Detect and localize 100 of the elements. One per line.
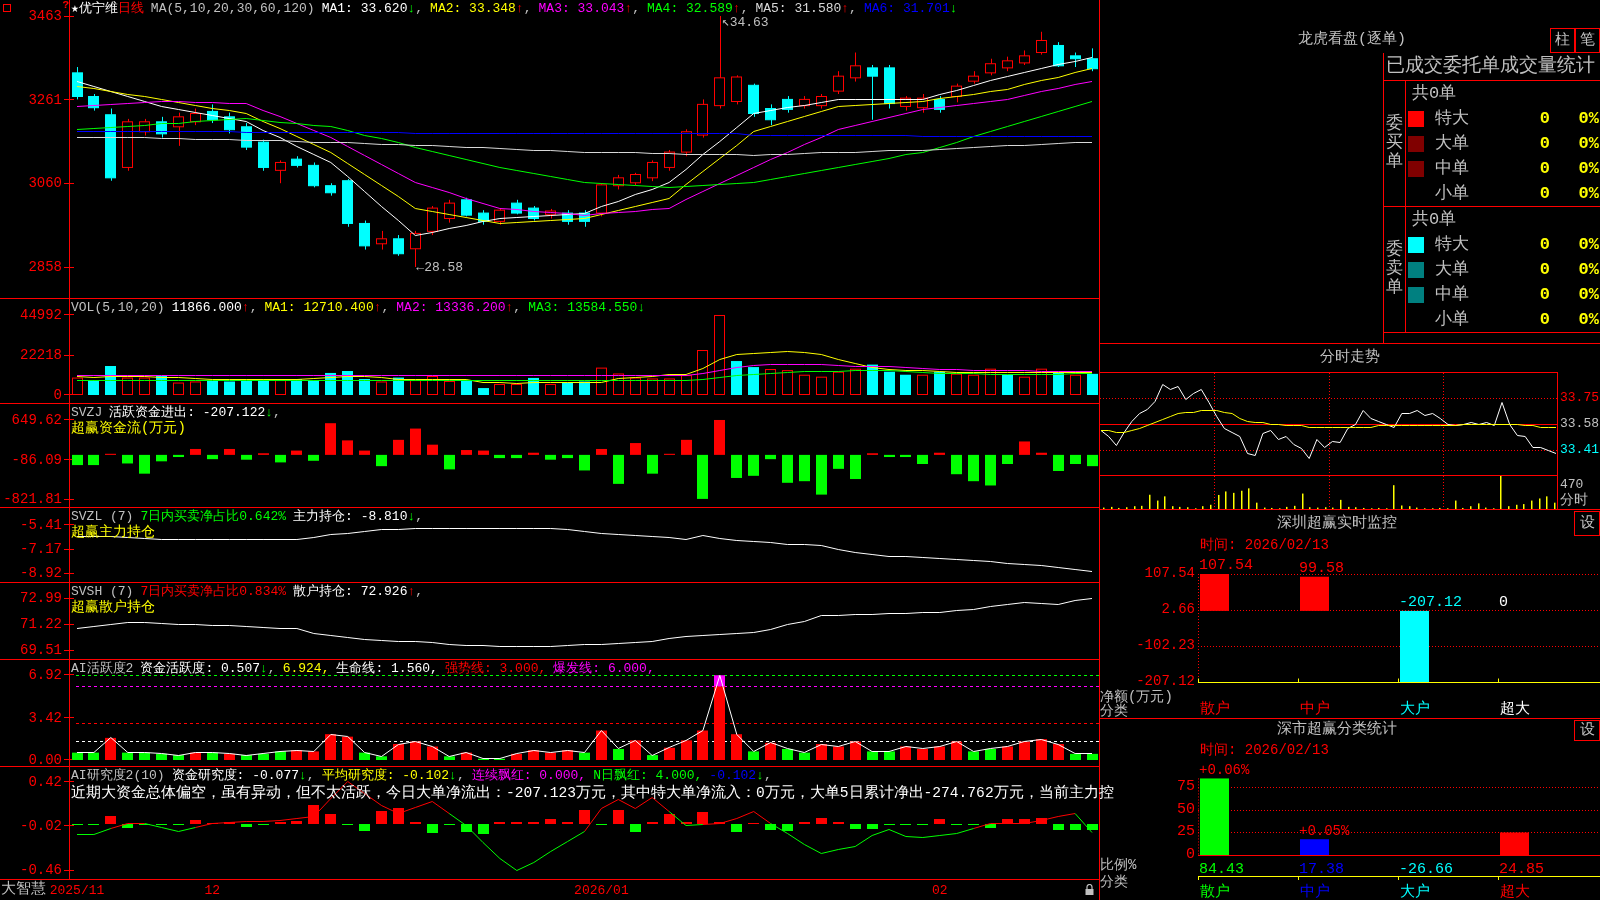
axis-title: 净额(万元): [1100, 690, 1173, 704]
bar: [799, 454, 810, 482]
axis-label: 0.00: [28, 753, 62, 767]
bar: [968, 751, 979, 760]
axis-label: -8.92: [20, 566, 62, 580]
bar: [884, 371, 895, 395]
bar: [968, 374, 979, 395]
bar: [1200, 778, 1229, 855]
bar: [1070, 824, 1081, 830]
value-label: 17.38: [1299, 861, 1344, 878]
settings-button[interactable]: 设: [1574, 720, 1600, 741]
bar: [900, 454, 911, 458]
legend-entry: MA3: 13584.550↓: [528, 300, 646, 315]
bar: [122, 377, 133, 395]
bar: [579, 381, 590, 395]
count-cell-text: 0: [1538, 260, 1550, 279]
bar: [173, 382, 184, 395]
bar: [664, 814, 675, 824]
bar: [1019, 441, 1030, 455]
bar: [1087, 753, 1098, 760]
axis-label: 69.51: [20, 643, 62, 657]
order-total: 共0单: [1412, 210, 1457, 229]
bar: [968, 454, 979, 482]
bar: [545, 383, 556, 395]
bar: [1019, 376, 1030, 395]
count-cell-text: 0: [1538, 235, 1550, 254]
legend-entry: 7日内买卖净占比0.642%: [140, 509, 287, 524]
row-label: 大单: [1435, 134, 1470, 153]
bar: [985, 454, 996, 486]
table-title: 已成交委托单成交量统计: [1386, 56, 1595, 77]
settings-button[interactable]: 设: [1574, 511, 1600, 536]
change-annotation: +0.06%: [1199, 763, 1250, 778]
bar: [444, 756, 455, 760]
axis-label: 72.99: [20, 591, 62, 605]
bar: [731, 824, 742, 832]
bar: [765, 369, 776, 395]
bar: [562, 454, 573, 459]
row-label: 中单: [1435, 159, 1470, 178]
bar: [731, 734, 742, 760]
bar: [630, 740, 641, 760]
stock-name: ★优宁维: [71, 1, 118, 16]
bar: [207, 380, 218, 395]
bar: [681, 740, 692, 760]
bar: [613, 373, 624, 395]
bar: [884, 454, 895, 458]
share-cell-text: 0%: [1577, 109, 1600, 128]
bar: [799, 374, 810, 395]
legend-entry: MA(5,10,20,30,60,120): [150, 1, 315, 16]
legend-entry: MA2: 13336.200↑,: [396, 300, 522, 315]
bar: [122, 454, 133, 464]
date-label: 2026/01: [574, 882, 629, 898]
bar: [190, 381, 201, 395]
bar: [291, 450, 302, 455]
share-cell-text: 0%: [1577, 184, 1600, 203]
bar: [782, 748, 793, 760]
axis-label: 3.42: [28, 711, 62, 725]
date-label: 12: [204, 882, 221, 898]
share-cell-text: 0%: [1577, 285, 1600, 304]
bar: [985, 748, 996, 760]
bar: [207, 752, 218, 760]
legend-entry: MA3: 33.043↑,: [538, 1, 640, 16]
count-cell-text: 0: [1538, 109, 1550, 128]
line-series: [76, 370, 1093, 381]
price-annotation: ↖34.63: [721, 16, 769, 30]
share-cell-text: 0%: [1577, 260, 1600, 279]
bar: [528, 452, 539, 455]
bar: [1070, 374, 1081, 395]
axis-title: 比例%: [1100, 857, 1137, 873]
axis-label: -7.17: [20, 542, 62, 557]
bar: [105, 816, 116, 824]
line-series: [76, 364, 1093, 376]
bar: [900, 374, 911, 395]
bar: [613, 454, 624, 484]
count-cell-text: 0: [1538, 134, 1550, 153]
bar: [867, 751, 878, 760]
bar: [1200, 574, 1229, 611]
axis-label: 3060: [28, 176, 62, 191]
value-label: 84.43: [1199, 861, 1244, 878]
bar: [647, 378, 658, 395]
group-label: 委买单: [1386, 115, 1403, 172]
bar: [850, 454, 861, 480]
axis-label: 25: [1177, 824, 1195, 840]
bar: [1087, 373, 1098, 395]
row-label: 小单: [1435, 310, 1470, 329]
candlestick: [714, 15, 725, 110]
bar: [190, 448, 201, 455]
axis-label: -821.81: [3, 492, 62, 506]
bar: [833, 454, 844, 469]
axis-label: -0.02: [20, 819, 62, 833]
bar: [308, 454, 319, 461]
bar: [190, 820, 201, 824]
brand-label: 大智慧: [0, 880, 46, 900]
bar: [325, 423, 336, 455]
toggle-button[interactable]: 笔: [1575, 28, 1600, 53]
bar: [478, 450, 489, 455]
help-mark[interactable]: ?: [62, 0, 69, 11]
bar: [511, 383, 522, 395]
toggle-button[interactable]: 柱: [1550, 28, 1575, 53]
bar: [596, 730, 607, 760]
panel-title: 深市超赢分类统计: [1277, 721, 1397, 739]
